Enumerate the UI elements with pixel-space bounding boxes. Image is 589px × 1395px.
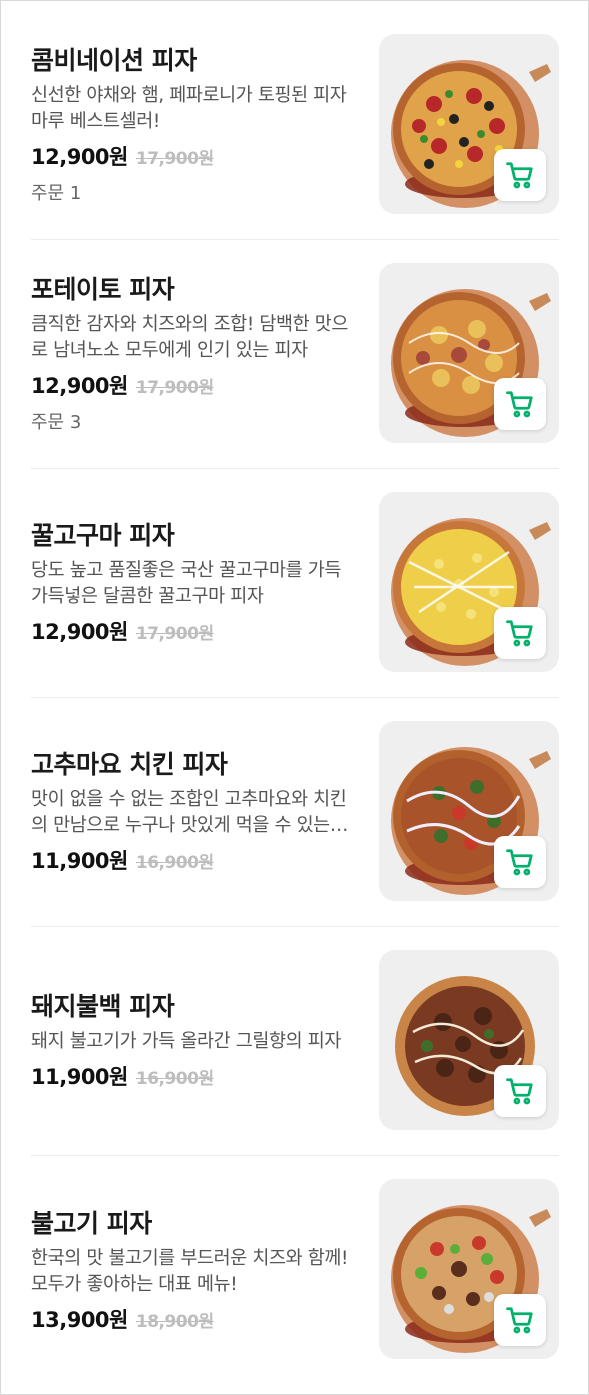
chili-mayo-chicken-pizza-image[interactable]	[379, 721, 559, 901]
shopping-cart-icon	[506, 162, 533, 189]
shopping-cart-icon	[506, 849, 533, 876]
potato-pizza-image[interactable]	[379, 263, 559, 443]
menu-item-name: 고추마요 치킨 피자	[31, 750, 228, 779]
menu-item[interactable]: 꿀고구마 피자 당도 높고 품질좋은 국산 꿀고구마를 가득가득넣은 달콤한 꿀…	[31, 469, 559, 698]
menu-item[interactable]: 불고기 피자 한국의 맛 불고기를 부드러운 치즈와 함께! 모두가 좋아하는 …	[31, 1156, 559, 1385]
sale-price: 12,900원	[31, 620, 128, 644]
price-row: 12,900원 17,900원	[31, 141, 349, 171]
add-to-cart-button[interactable]	[494, 149, 546, 201]
sale-price: 11,900원	[31, 849, 128, 873]
menu-item-name: 꿀고구마 피자	[31, 521, 175, 550]
sweet-potato-pizza-image[interactable]	[379, 492, 559, 672]
menu-item[interactable]: 콤비네이션 피자 신선한 야채와 햄, 페파로니가 토핑된 피자마루 베스트셀러…	[31, 11, 559, 240]
add-to-cart-button[interactable]	[494, 1294, 546, 1346]
menu-item-name: 돼지불백 피자	[31, 992, 175, 1021]
menu-item-description: 맛이 없을 수 없는 조합인 고추마요와 치킨의 만남으로 누구나 맛있게 먹을…	[31, 789, 347, 836]
menu-item-info: 꿀고구마 피자 당도 높고 품질좋은 국산 꿀고구마를 가득가득넣은 달콤한 꿀…	[31, 469, 349, 697]
order-count: 주문 1	[31, 183, 82, 204]
pork-bulbaek-pizza-image[interactable]	[379, 950, 559, 1130]
menu-item-description: 당도 높고 품질좋은 국산 꿀고구마를 가득가득넣은 달콤한 꿀고구마 피자	[31, 560, 341, 607]
menu-page: 콤비네이션 피자 신선한 야채와 햄, 페파로니가 토핑된 피자마루 베스트셀러…	[0, 0, 589, 1395]
add-to-cart-button[interactable]	[494, 378, 546, 430]
menu-item[interactable]: 돼지불백 피자 돼지 불고기가 가득 올라간 그릴향의 피자 11,900원 1…	[31, 927, 559, 1156]
price-row: 12,900원 17,900원	[31, 616, 349, 646]
sale-price: 11,900원	[31, 1065, 128, 1089]
price-row: 11,900원 16,900원	[31, 1061, 349, 1091]
order-count: 주문 3	[31, 412, 82, 433]
menu-item-description: 큼직한 감자와 치즈와의 조합! 담백한 맛으로 남녀노소 모두에게 인기 있는…	[31, 314, 348, 361]
sale-price: 12,900원	[31, 374, 128, 398]
combination-pizza-image[interactable]	[379, 34, 559, 214]
menu-item-info: 콤비네이션 피자 신선한 야채와 햄, 페파로니가 토핑된 피자마루 베스트셀러…	[31, 11, 349, 239]
add-to-cart-button[interactable]	[494, 836, 546, 888]
menu-item-name: 콤비네이션 피자	[31, 46, 197, 75]
menu-item-info: 포테이토 피자 큼직한 감자와 치즈와의 조합! 담백한 맛으로 남녀노소 모두…	[31, 240, 349, 468]
menu-item-info: 고추마요 치킨 피자 맛이 없을 수 없는 조합인 고추마요와 치킨의 만남으로…	[31, 698, 349, 926]
menu-item-description: 돼지 불고기가 가득 올라간 그릴향의 피자	[31, 1031, 341, 1052]
menu-item-name: 불고기 피자	[31, 1208, 152, 1238]
shopping-cart-icon	[506, 1307, 533, 1334]
add-to-cart-button[interactable]	[494, 607, 546, 659]
shopping-cart-icon	[506, 620, 533, 647]
menu-item-info: 불고기 피자 한국의 맛 불고기를 부드러운 치즈와 함께! 모두가 좋아하는 …	[31, 1156, 349, 1385]
menu-item[interactable]: 고추마요 치킨 피자 맛이 없을 수 없는 조합인 고추마요와 치킨의 만남으로…	[31, 698, 559, 927]
menu-item-name: 포테이토 피자	[31, 275, 175, 304]
original-price: 17,900원	[135, 378, 214, 398]
menu-item-description: 신선한 야채와 햄, 페파로니가 토핑된 피자마루 베스트셀러!	[31, 85, 347, 132]
original-price: 17,900원	[135, 624, 214, 644]
shopping-cart-icon	[506, 391, 533, 418]
price-row: 11,900원 16,900원	[31, 845, 349, 875]
menu-item-description: 한국의 맛 불고기를 부드러운 치즈와 함께! 모두가 좋아하는 대표 메뉴!	[31, 1247, 348, 1295]
original-price: 18,900원	[135, 1311, 214, 1332]
price-row: 12,900원 17,900원	[31, 370, 349, 400]
sale-price: 12,900원	[31, 145, 128, 169]
menu-item-info: 돼지불백 피자 돼지 불고기가 가득 올라간 그릴향의 피자 11,900원 1…	[31, 927, 349, 1155]
original-price: 16,900원	[135, 1069, 214, 1089]
menu-item[interactable]: 포테이토 피자 큼직한 감자와 치즈와의 조합! 담백한 맛으로 남녀노소 모두…	[31, 240, 559, 469]
price-row: 13,900원 18,900원	[31, 1304, 349, 1334]
sale-price: 13,900원	[31, 1307, 128, 1332]
menu-list: 콤비네이션 피자 신선한 야채와 햄, 페파로니가 토핑된 피자마루 베스트셀러…	[31, 11, 559, 1385]
add-to-cart-button[interactable]	[494, 1065, 546, 1117]
bulgogi-pizza-image[interactable]	[379, 1179, 559, 1359]
shopping-cart-icon	[506, 1078, 533, 1105]
original-price: 17,900원	[135, 149, 214, 169]
original-price: 16,900원	[135, 853, 214, 873]
